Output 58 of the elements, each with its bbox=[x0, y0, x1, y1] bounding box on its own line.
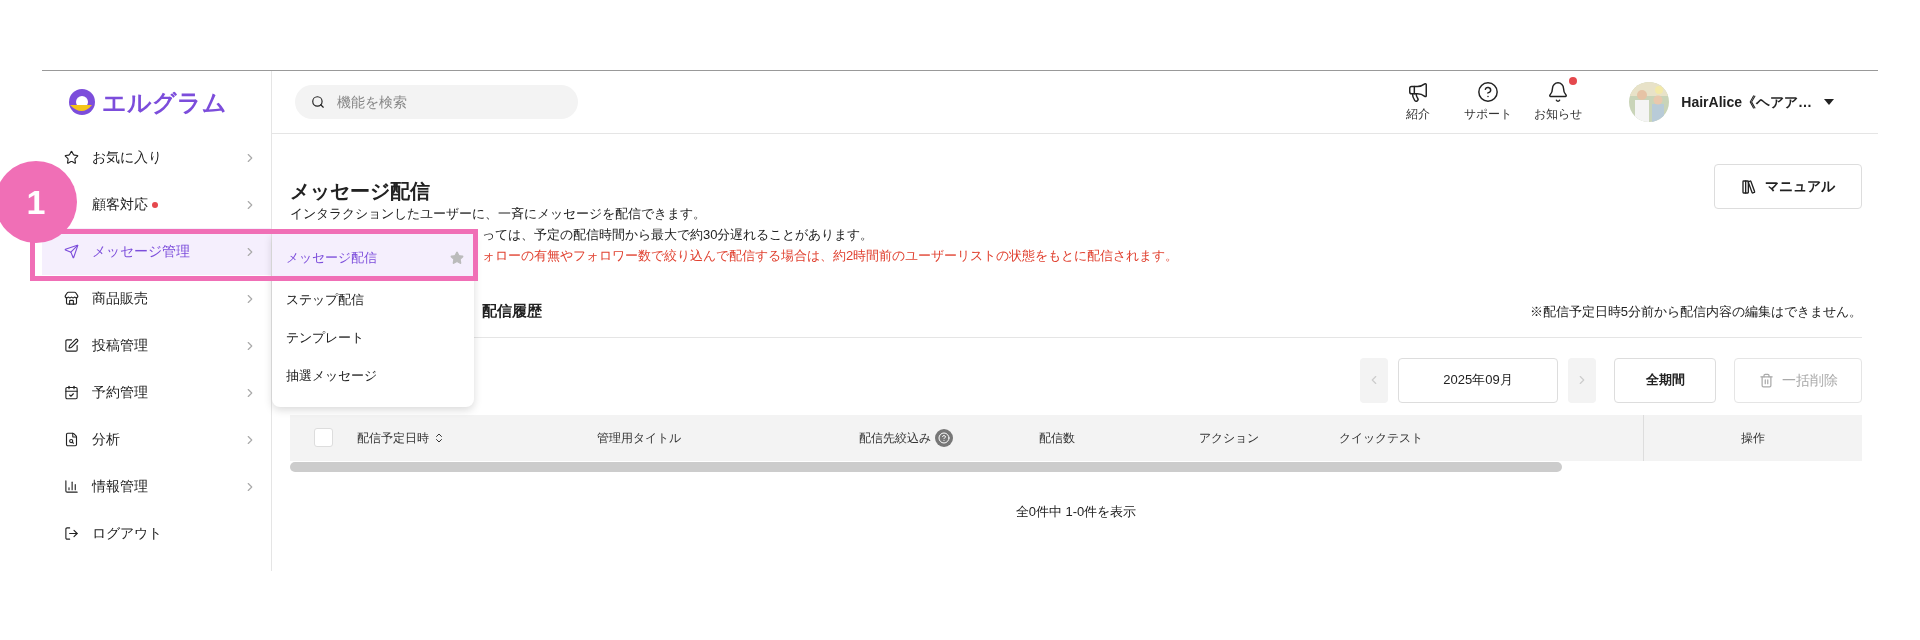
sidebar-item[interactable]: 予約管理 bbox=[92, 369, 271, 416]
sidebar-item[interactable]: 顧客対応 bbox=[92, 181, 271, 228]
register-icon bbox=[64, 291, 79, 306]
section-title: 配信履歴 bbox=[482, 301, 542, 321]
account-menu-button[interactable]: HairAlice《ヘアア… bbox=[1681, 91, 1834, 113]
send-icon bbox=[64, 244, 79, 259]
star-icon[interactable] bbox=[450, 250, 464, 265]
submenu-item[interactable]: ステップ配信 bbox=[272, 281, 474, 319]
sidebar-item[interactable]: 商品販売 bbox=[92, 275, 271, 322]
column-header: 配信数 bbox=[1039, 429, 1075, 447]
column-header: アクション bbox=[1199, 429, 1259, 447]
bar-chart-icon bbox=[64, 479, 79, 494]
step-badge: 1 bbox=[0, 161, 77, 243]
submenu-item[interactable]: テンプレート bbox=[272, 319, 474, 357]
search-input[interactable]: 機能を検索 bbox=[337, 91, 537, 113]
sidebar-item[interactable]: 分析 bbox=[92, 416, 271, 463]
help-icon bbox=[1477, 81, 1500, 103]
description-text: ォローの有無やフォロワー数で絞り込んで配信する場合は、約2時間前のユーザーリストの状態をもとに配信されます。 bbox=[482, 247, 1179, 265]
column-header: 操作 bbox=[1741, 429, 1765, 447]
sidebar-item[interactable]: 投稿管理 bbox=[92, 322, 271, 369]
page-title: メッセージ配信 bbox=[290, 179, 430, 204]
help-icon[interactable] bbox=[935, 428, 953, 447]
manual-button[interactable]: マニュアル bbox=[1714, 164, 1862, 209]
header-action-button[interactable]: サポート bbox=[1453, 81, 1524, 123]
select-all-checkbox[interactable] bbox=[314, 428, 333, 447]
document-search-icon bbox=[64, 432, 79, 447]
notice-text: ※配信予定日時5分前から配信内容の編集はできません。 bbox=[1529, 302, 1862, 321]
column-header: クイックテスト bbox=[1339, 429, 1423, 447]
column-header: 管理用タイトル bbox=[597, 429, 681, 447]
description-text: インタラクションしたユーザーに、一斉にメッセージを配信できます。 bbox=[290, 205, 706, 223]
book-icon bbox=[1741, 178, 1757, 195]
search-icon bbox=[311, 95, 325, 109]
sort-icon[interactable] bbox=[433, 431, 445, 444]
star-icon bbox=[64, 150, 79, 165]
header-action-button[interactable]: お知らせ bbox=[1523, 81, 1594, 123]
header-action-button[interactable]: 紹介 bbox=[1383, 81, 1454, 123]
description-text: っては、予定の配信時間から最大で約30分遅れることがあります。 bbox=[482, 226, 874, 244]
pagination-text: 全0件中 1-0件を表示 bbox=[1014, 502, 1138, 521]
logo-text: エルグラム bbox=[102, 87, 227, 118]
sidebar-item[interactable]: ログアウト bbox=[92, 510, 271, 557]
next-month-button[interactable] bbox=[1568, 357, 1596, 403]
month-field[interactable]: 2025年09月 bbox=[1398, 357, 1558, 403]
caret-down-icon bbox=[1824, 99, 1834, 105]
megaphone-icon bbox=[1407, 81, 1430, 103]
sidebar-item[interactable]: 情報管理 bbox=[92, 463, 271, 510]
edit-icon bbox=[64, 338, 79, 353]
column-header: 配信予定日時 bbox=[357, 429, 429, 447]
previous-month-button[interactable] bbox=[1360, 357, 1388, 403]
submenu-item[interactable]: 抽選メッセージ bbox=[272, 357, 474, 395]
scrollbar[interactable] bbox=[290, 461, 1562, 472]
column-header: 配信先絞込み bbox=[859, 429, 931, 447]
all-period-button[interactable]: 全期間 bbox=[1614, 357, 1716, 403]
calendar-icon bbox=[64, 385, 79, 400]
trash-icon bbox=[1758, 372, 1774, 388]
bell-icon bbox=[1547, 81, 1570, 103]
sidebar-item[interactable]: お気に入り bbox=[92, 134, 271, 181]
logout-icon bbox=[64, 526, 79, 541]
search-field[interactable]: 機能を検索 bbox=[295, 85, 578, 119]
